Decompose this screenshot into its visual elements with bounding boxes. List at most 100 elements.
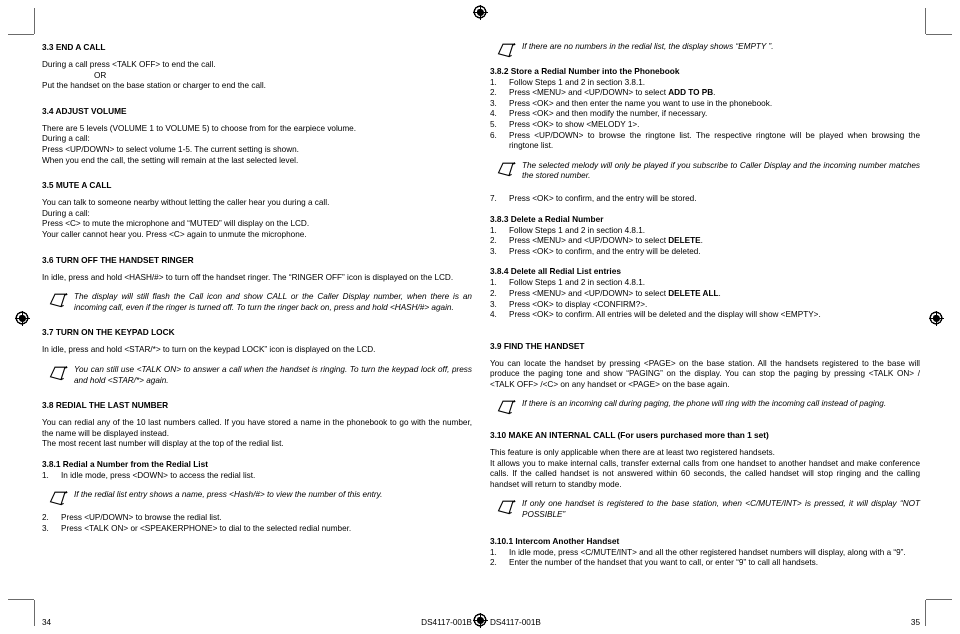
step-text: Press <MENU> and <UP/DOWN> to select (509, 236, 669, 246)
list-item: 6. Press <UP/DOWN> to browse the rington… (490, 131, 920, 152)
section-3-8-1: 3.8.1 Redial a Number from the Redial Li… (42, 459, 472, 534)
section-heading: 3.6 TURN OFF THE HANDSET RINGER (42, 254, 194, 265)
step-text: Press <MENU> and <UP/DOWN> to select (509, 288, 669, 298)
page-footer-right: DS4117-001B 35 (490, 618, 920, 627)
section-3-8: 3.8 REDIAL THE LAST NUMBER You can redia… (42, 400, 472, 450)
step-text: Press <OK> to confirm, and the entry wil… (509, 193, 697, 203)
step-list: 1. Follow Steps 1 and 2 in section 4.8.1… (490, 278, 920, 320)
step-list: 7. Press <OK> to confirm, and the entry … (490, 194, 920, 205)
step-number: 2. (42, 513, 49, 523)
note-callout: You can still use <TALK ON> to answer a … (48, 365, 472, 386)
registration-target-icon-top (472, 4, 488, 20)
note-text: The display will still flash the Call ic… (74, 292, 472, 312)
step-text: Press <OK> and then modify the number, i… (509, 109, 708, 119)
note-callout: The display will still flash the Call ic… (48, 292, 472, 313)
step-text: Press <OK> to confirm. All entries will … (509, 310, 821, 320)
step-number: 3. (490, 299, 497, 309)
list-item: 3. Press <OK> and then enter the name yo… (490, 99, 920, 110)
step-number: 2. (490, 558, 497, 568)
page-number: 35 (910, 618, 920, 627)
list-item: 2. Press <MENU> and <UP/DOWN> to select … (490, 236, 920, 247)
step-number: 2. (490, 288, 497, 298)
doc-code: DS4117-001B (490, 618, 541, 627)
list-item: 1. In idle mode, press <C/MUTE/INT> and … (490, 548, 920, 559)
section-line: During a call: (42, 134, 90, 144)
page-number: 34 (42, 618, 52, 627)
section-heading: 3.3 END A CALL (42, 42, 106, 52)
list-item: 1. Follow Steps 1 and 2 in section 4.8.1… (490, 278, 920, 289)
step-list: 1. Follow Steps 1 and 2 in section 4.8.1… (490, 226, 920, 258)
note-callout: If only one handset is registered to the… (496, 499, 920, 520)
step-text: Press <OK> and then enter the name you w… (509, 98, 773, 108)
list-item: 3. Press <TALK ON> or <SPEAKERPHONE> to … (42, 524, 472, 535)
step-text: Follow Steps 1 and 2 in section 4.8.1. (509, 278, 646, 288)
section-line: Your caller cannot hear you. Press <C> a… (42, 229, 307, 239)
step-text: Press <MENU> and <UP/DOWN> to select (509, 88, 669, 98)
step-number: 6. (490, 130, 497, 140)
note-callout: If there is an incoming call during pagi… (496, 399, 920, 415)
registration-target-icon-left (14, 310, 30, 326)
list-item: 2. Press <UP/DOWN> to browse the redial … (42, 513, 472, 524)
step-text: Press <OK> to show <MELODY 1>. (509, 119, 640, 129)
subsection-heading: 3.8.1 Redial a Number from the Redial Li… (42, 458, 208, 469)
notepad-icon (496, 499, 518, 515)
list-item: 3. Press <OK> to confirm, and the entry … (490, 247, 920, 258)
step-emphasis: DELETE ALL (668, 288, 719, 298)
step-list: 1. In idle mode, press <C/MUTE/INT> and … (490, 548, 920, 569)
section-heading: 3.5 MUTE A CALL (42, 180, 112, 191)
section-heading: 3.10 MAKE AN INTERNAL CALL (For users pu… (490, 430, 769, 441)
manual-page-left: 3.3 END A CALL During a call press <TALK… (42, 42, 472, 627)
step-text-tail: . (718, 288, 721, 298)
notepad-icon (48, 365, 70, 381)
list-item: 1. In idle mode, press <DOWN> to access … (42, 471, 472, 482)
list-item: 1. Follow Steps 1 and 2 in section 4.8.1… (490, 226, 920, 237)
section-body: You can locate the handset by pressing <… (490, 358, 920, 389)
subsection-heading: 3.8.3 Delete a Redial Number (490, 213, 604, 224)
step-number: 5. (490, 119, 497, 129)
notepad-icon (496, 399, 518, 415)
section-heading: 3.4 ADJUST VOLUME (42, 105, 127, 116)
section-line: It allows you to make internal calls, tr… (490, 458, 920, 489)
subsection-heading: 3.10.1 Intercom Another Handset (490, 535, 620, 546)
section-3-6: 3.6 TURN OFF THE HANDSET RINGER In idle,… (42, 255, 472, 314)
step-number: 1. (490, 278, 497, 288)
manual-page-right: If there are no numbers in the redial li… (490, 42, 920, 627)
note-callout: If the redial list entry shows a name, p… (48, 490, 472, 506)
list-item: 4. Press <OK> to confirm. All entries wi… (490, 310, 920, 321)
section-3-8-4: 3.8.4 Delete all Redial List entries 1. … (490, 266, 920, 320)
note-text: The selected melody will only be played … (522, 160, 920, 181)
note-text: If the redial list entry shows a name, p… (74, 490, 383, 500)
section-line: OR (94, 70, 107, 80)
step-text: Follow Steps 1 and 2 in section 4.8.1. (509, 225, 646, 235)
section-3-3: 3.3 END A CALL During a call press <TALK… (42, 42, 472, 92)
section-3-7: 3.7 TURN ON THE KEYPAD LOCK In idle, pre… (42, 327, 472, 386)
section-body: In idle, press and hold <HASH/#> to turn… (42, 272, 454, 282)
section-3-5: 3.5 MUTE A CALL You can talk to someone … (42, 180, 472, 240)
note-text: If only one handset is registered to the… (522, 499, 920, 520)
step-list: 1. Follow Steps 1 and 2 in section 3.8.1… (490, 78, 920, 152)
registration-target-icon-right (928, 310, 944, 326)
step-number: 3. (490, 246, 497, 256)
section-body: In idle, press and hold <STAR/*> to turn… (42, 345, 376, 355)
section-3-9: 3.9 FIND THE HANDSET You can locate the … (490, 341, 920, 415)
step-number: 1. (490, 547, 497, 557)
step-number: 2. (490, 236, 497, 246)
list-item: 2. Press <MENU> and <UP/DOWN> to select … (490, 289, 920, 300)
step-number: 7. (490, 193, 497, 203)
section-line: This feature is only applicable when the… (490, 448, 775, 458)
section-line: During a call press <TALK OFF> to end th… (42, 60, 216, 69)
subsection-heading: 3.8.2 Store a Redial Number into the Pho… (490, 65, 680, 76)
section-3-8-3: 3.8.3 Delete a Redial Number 1. Follow S… (490, 214, 920, 258)
step-text-tail: . (700, 236, 703, 246)
section-line: Press <C> to mute the microphone and “MU… (42, 219, 310, 229)
section-3-10-1: 3.10.1 Intercom Another Handset 1. In id… (490, 536, 920, 569)
list-item: 1. Follow Steps 1 and 2 in section 3.8.1… (490, 78, 920, 89)
step-text-tail: . (713, 88, 716, 98)
registration-target-icon-bottom (472, 612, 488, 628)
section-line: Put the handset on the base station or c… (42, 81, 266, 91)
section-line: You can talk to someone nearby without l… (42, 198, 330, 208)
step-number: 1. (490, 225, 497, 235)
page-footer-left: 34 DS4117-001B (42, 618, 472, 627)
step-number: 4. (490, 109, 497, 119)
section-3-8-2: 3.8.2 Store a Redial Number into the Pho… (490, 66, 920, 205)
